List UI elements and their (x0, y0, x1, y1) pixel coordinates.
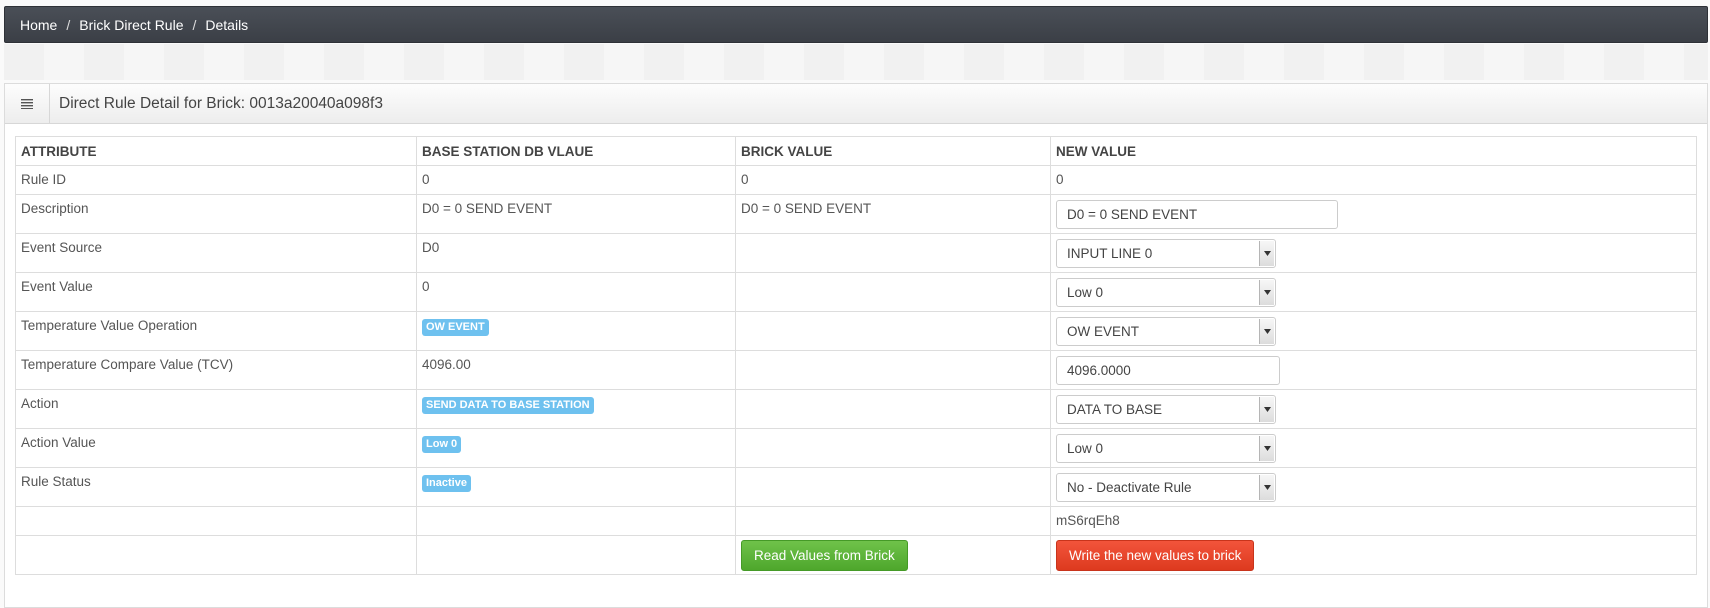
status-badge: SEND DATA TO BASE STATION (422, 397, 594, 414)
db-value: 0 (416, 165, 736, 195)
status-badge: OW EVENT (422, 319, 489, 336)
select-value: Low 0 (1067, 285, 1104, 300)
event-source-select[interactable]: INPUT LINE 0 (1056, 239, 1276, 268)
empty-cell (15, 535, 417, 575)
breadcrumb: Home / Brick Direct Rule / Details (4, 6, 1708, 43)
brick-value (735, 233, 1051, 273)
rule-detail-table: ATTRIBUTE BASE STATION DB VLAUE BRICK VA… (15, 136, 1697, 575)
brick-value (735, 506, 1051, 536)
decorative-stripe (4, 44, 1708, 80)
breadcrumb-separator: / (66, 16, 71, 33)
db-value-cell: Low 0 (416, 428, 736, 468)
table-row-temperature-operation: Temperature Value Operation OW EVENT OW … (15, 311, 1697, 351)
action-value-select[interactable]: Low 0 (1056, 434, 1276, 463)
attribute-label: Event Value (15, 272, 417, 312)
select-value: INPUT LINE 0 (1067, 246, 1153, 261)
new-value-cell: Low 0 (1050, 272, 1697, 312)
breadcrumb-details: Details (205, 16, 249, 33)
db-value-cell: OW EVENT (416, 311, 736, 351)
event-value-select[interactable]: Low 0 (1056, 278, 1276, 307)
attribute-label: Event Source (15, 233, 417, 273)
select-value: Low 0 (1067, 441, 1104, 456)
db-value: 4096.00 (416, 350, 736, 390)
chevron-down-icon (1259, 280, 1274, 305)
breadcrumb-brick-direct-rule[interactable]: Brick Direct Rule (79, 17, 183, 33)
chevron-down-icon (1259, 241, 1274, 266)
table-row-rule-id: Rule ID 0 0 0 (15, 165, 1697, 195)
attribute-label: Rule Status (15, 467, 417, 507)
db-value-cell: SEND DATA TO BASE STATION (416, 389, 736, 429)
brick-value (735, 311, 1051, 351)
table-row-event-source: Event Source D0 INPUT LINE 0 (15, 233, 1697, 273)
attribute-label: Temperature Value Operation (15, 311, 417, 351)
db-value (416, 506, 736, 536)
brick-value (735, 272, 1051, 312)
table-row-rule-status: Rule Status Inactive No - Deactivate Rul… (15, 467, 1697, 507)
new-value-cell (1050, 350, 1697, 390)
table-row-action-value: Action Value Low 0 Low 0 (15, 428, 1697, 468)
db-value: 0 (416, 272, 736, 312)
new-value-cell: INPUT LINE 0 (1050, 233, 1697, 273)
column-header-attribute: ATTRIBUTE (15, 136, 417, 166)
select-value: OW EVENT (1067, 324, 1140, 339)
table-row-description: Description D0 = 0 SEND EVENT D0 = 0 SEN… (15, 194, 1697, 234)
table-row-temperature-compare: Temperature Compare Value (TCV) 4096.00 (15, 350, 1697, 390)
column-header-db-value: BASE STATION DB VLAUE (416, 136, 736, 166)
chevron-down-icon (1259, 436, 1274, 461)
breadcrumb-home[interactable]: Home (20, 17, 57, 33)
read-values-button[interactable]: Read Values from Brick (741, 540, 908, 571)
column-header-new-value: NEW VALUE (1050, 136, 1697, 166)
rule-detail-panel: Direct Rule Detail for Brick: 0013a20040… (4, 83, 1708, 608)
brick-value (735, 350, 1051, 390)
description-input[interactable] (1056, 200, 1338, 229)
select-value: No - Deactivate Rule (1067, 480, 1192, 495)
panel-header: Direct Rule Detail for Brick: 0013a20040… (5, 84, 1707, 124)
temperature-operation-select[interactable]: OW EVENT (1056, 317, 1276, 346)
brick-value (735, 428, 1051, 468)
list-icon[interactable] (5, 84, 50, 123)
table-row-action: Action SEND DATA TO BASE STATION DATA TO… (15, 389, 1697, 429)
attribute-label: Action (15, 389, 417, 429)
chevron-down-icon (1259, 397, 1274, 422)
table-row-event-value: Event Value 0 Low 0 (15, 272, 1697, 312)
new-value: 0 (1050, 165, 1697, 195)
new-value-cell: DATA TO BASE (1050, 389, 1697, 429)
tcv-input[interactable] (1056, 356, 1280, 385)
brick-value: D0 = 0 SEND EVENT (735, 194, 1051, 234)
button-cell: Write the new values to brick (1050, 535, 1697, 575)
table-row-actions: Read Values from Brick Write the new val… (15, 535, 1697, 575)
new-value-cell (1050, 194, 1697, 234)
attribute-label: Rule ID (15, 165, 417, 195)
status-badge: Inactive (422, 475, 471, 492)
brick-value (735, 467, 1051, 507)
status-badge: Low 0 (422, 436, 462, 453)
attribute-label: Action Value (15, 428, 417, 468)
token-value: mS6rqEh8 (1050, 506, 1697, 536)
select-value: DATA TO BASE (1067, 402, 1163, 417)
action-select[interactable]: DATA TO BASE (1056, 395, 1276, 424)
table-row-token: mS6rqEh8 (15, 506, 1697, 536)
write-values-button[interactable]: Write the new values to brick (1056, 540, 1255, 571)
empty-cell (416, 535, 736, 575)
brick-value: 0 (735, 165, 1051, 195)
breadcrumb-separator: / (192, 16, 197, 33)
db-value-cell: Inactive (416, 467, 736, 507)
column-header-brick-value: BRICK VALUE (735, 136, 1051, 166)
chevron-down-icon (1259, 475, 1274, 500)
chevron-down-icon (1259, 319, 1274, 344)
db-value: D0 (416, 233, 736, 273)
attribute-label: Description (15, 194, 417, 234)
attribute-label: Temperature Compare Value (TCV) (15, 350, 417, 390)
brick-value (735, 389, 1051, 429)
db-value: D0 = 0 SEND EVENT (416, 194, 736, 234)
attribute-label (15, 506, 417, 536)
new-value-cell: OW EVENT (1050, 311, 1697, 351)
button-cell: Read Values from Brick (735, 535, 1051, 575)
new-value-cell: Low 0 (1050, 428, 1697, 468)
new-value-cell: No - Deactivate Rule (1050, 467, 1697, 507)
rule-status-select[interactable]: No - Deactivate Rule (1056, 473, 1276, 502)
panel-title: Direct Rule Detail for Brick: 0013a20040… (59, 94, 383, 112)
